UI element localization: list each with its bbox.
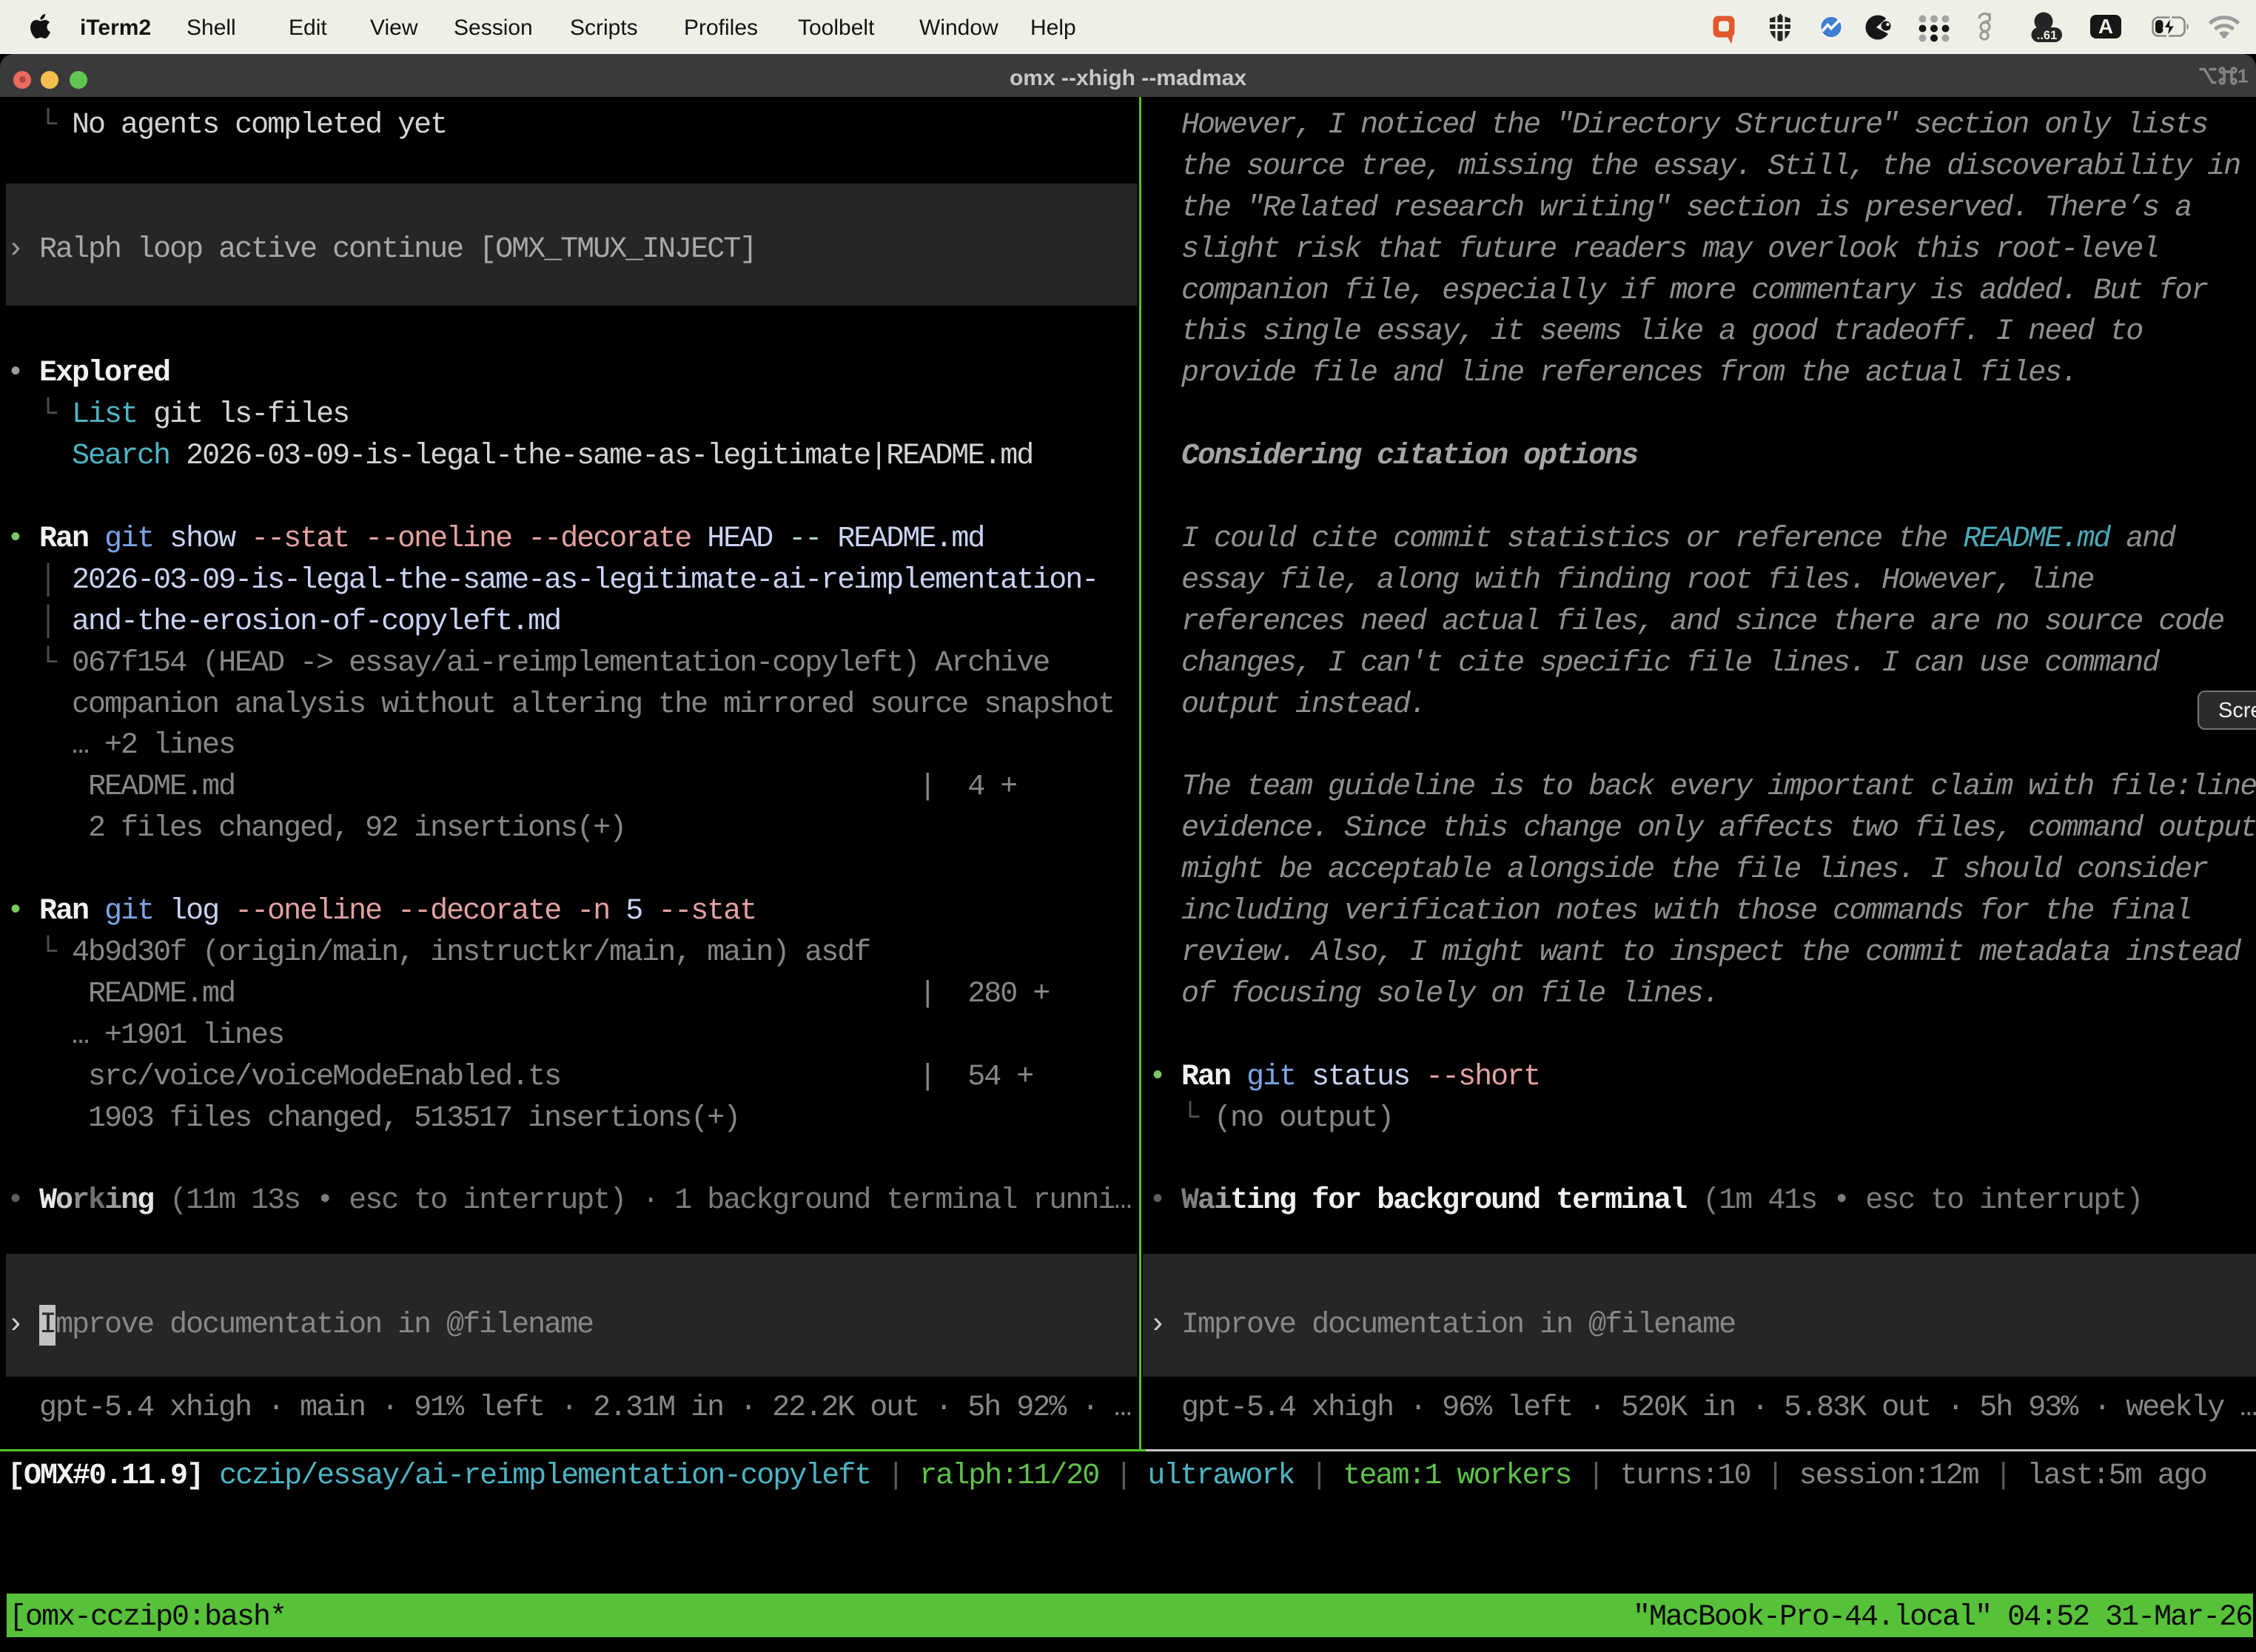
svg-text:..61: ..61 bbox=[2037, 29, 2058, 42]
svg-text:1: 1 bbox=[2237, 67, 2248, 85]
